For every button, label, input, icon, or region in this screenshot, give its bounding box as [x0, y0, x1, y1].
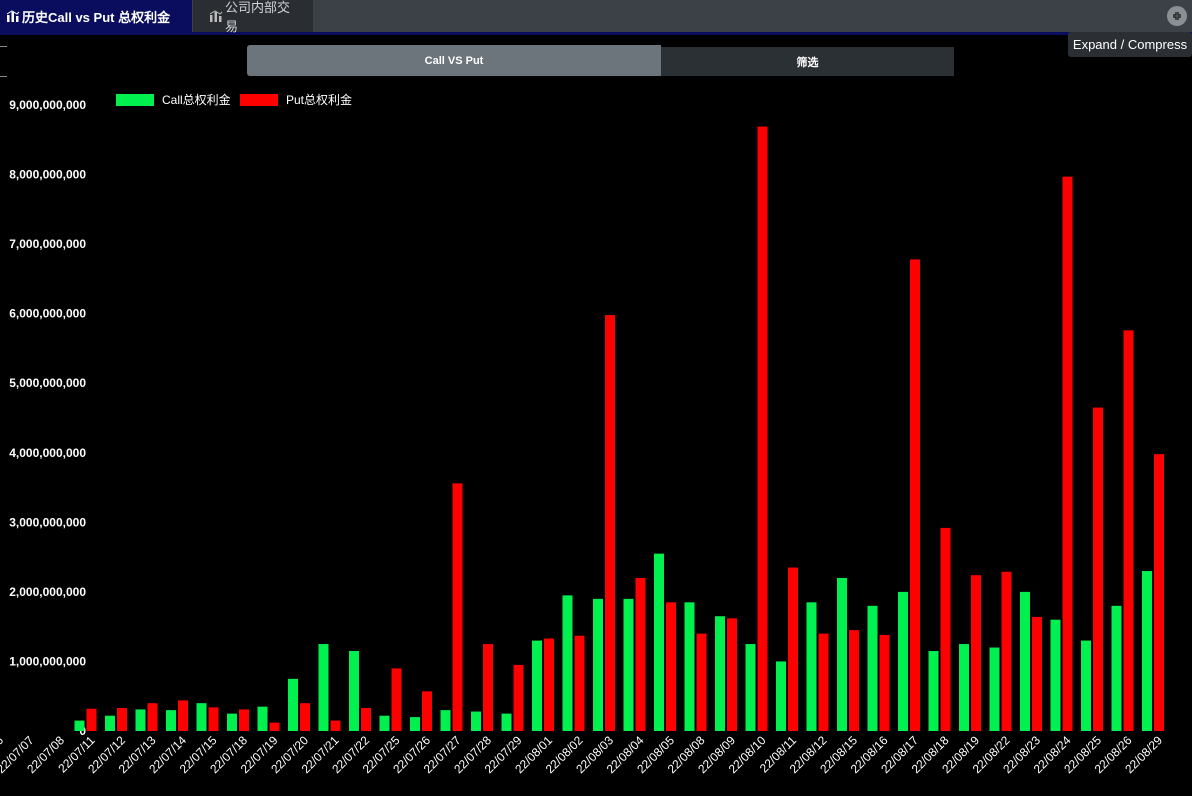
bar-put[interactable] [849, 630, 859, 731]
bar-put[interactable] [483, 644, 493, 731]
bar-put[interactable] [422, 691, 432, 731]
bar-put[interactable] [239, 709, 249, 731]
y-tick-label: 6,000,000,000 [9, 307, 86, 321]
y-tick-label: 5,000,000,000 [9, 376, 86, 390]
bar-put[interactable] [513, 664, 524, 731]
bar-put[interactable] [635, 577, 646, 731]
bar-call[interactable] [562, 595, 573, 731]
bar-put[interactable] [1123, 330, 1134, 731]
bar-call[interactable] [776, 661, 786, 731]
bar-call[interactable] [1020, 591, 1030, 731]
bar-put[interactable] [757, 126, 768, 731]
expand-compress-button[interactable] [1167, 6, 1187, 26]
bar-put[interactable] [574, 635, 585, 731]
bar-call[interactable] [288, 678, 298, 731]
bar-call[interactable] [1111, 605, 1122, 731]
bar-put[interactable] [1001, 571, 1012, 731]
collapse-icon [1173, 12, 1181, 20]
bar-call[interactable] [410, 717, 420, 731]
bar-put[interactable] [1093, 407, 1103, 731]
bar-call[interactable] [379, 715, 390, 731]
bar-call[interactable] [959, 644, 969, 731]
bar-call[interactable] [440, 710, 451, 731]
bar-call[interactable] [837, 577, 847, 731]
y-tick-label: 1,000,000,000 [9, 654, 86, 668]
bar-put[interactable] [269, 722, 280, 731]
expand-tooltip: Expand / Compress [1068, 32, 1192, 57]
bar-call[interactable] [74, 720, 85, 731]
bar-call[interactable] [501, 713, 512, 731]
bar-chart-icon [209, 10, 223, 22]
bar-put[interactable] [605, 315, 615, 731]
tab-bar-underline [0, 32, 1192, 35]
bar-put[interactable] [391, 668, 402, 731]
bar-put[interactable] [940, 527, 951, 731]
toggle-call-vs-put[interactable]: Call VS Put [247, 45, 661, 76]
bar-call[interactable] [623, 598, 634, 731]
bar-put[interactable] [86, 708, 97, 731]
bar-call[interactable] [471, 711, 481, 731]
bar-put[interactable] [818, 633, 829, 731]
y-tick-label: 2,000,000,000 [9, 585, 86, 599]
bar-call[interactable] [898, 591, 908, 731]
bar-call[interactable] [715, 616, 725, 731]
bar-put[interactable] [788, 567, 798, 731]
bar-put[interactable] [452, 483, 463, 731]
bar-call[interactable] [1050, 619, 1061, 731]
bar-put[interactable] [971, 575, 981, 731]
bar-put[interactable] [879, 635, 890, 731]
bar-chart-icon [6, 10, 20, 22]
y-tick-label: 9,000,000,000 [9, 98, 86, 112]
bar-call[interactable] [684, 602, 695, 731]
bar-call[interactable] [196, 703, 207, 731]
bar-put[interactable] [300, 703, 310, 731]
edge-mark [0, 46, 7, 47]
bar-call[interactable] [227, 713, 237, 731]
bar-call[interactable] [532, 640, 542, 731]
bar-call[interactable] [105, 715, 115, 731]
bar-call[interactable] [989, 647, 1000, 731]
y-tick-label: 3,000,000,000 [9, 515, 86, 529]
bar-call[interactable] [166, 710, 176, 731]
tab-call-vs-put[interactable]: 历史Call vs Put 总权利金 [0, 0, 192, 32]
bar-call[interactable] [593, 598, 603, 731]
bar-put[interactable] [1154, 454, 1164, 731]
y-tick-label: 8,000,000,000 [9, 168, 86, 182]
bar-call[interactable] [1081, 640, 1091, 731]
bar-put[interactable] [1062, 176, 1073, 731]
bar-call[interactable] [745, 644, 756, 731]
bar-put[interactable] [208, 707, 219, 731]
bar-call[interactable] [318, 644, 329, 731]
bar-put[interactable] [147, 703, 158, 731]
bar-chart: 01,000,000,0002,000,000,0003,000,000,000… [0, 98, 1165, 776]
bar-put[interactable] [1032, 616, 1042, 731]
tab-label: 历史Call vs Put 总权利金 [22, 9, 171, 25]
tab-insider-trading[interactable]: 公司内部交易 [193, 0, 313, 34]
bar-call[interactable] [928, 651, 939, 731]
bar-call[interactable] [806, 602, 817, 731]
bar-put[interactable] [544, 638, 554, 731]
y-tick-label: 4,000,000,000 [9, 446, 86, 460]
bar-put[interactable] [666, 602, 676, 731]
bar-call[interactable] [1142, 571, 1152, 731]
bar-put[interactable] [696, 633, 707, 731]
bar-call[interactable] [257, 706, 268, 731]
tab-label: 公司内部交易 [225, 0, 291, 34]
bar-put[interactable] [361, 708, 371, 731]
bar-put[interactable] [330, 720, 341, 731]
bar-put[interactable] [178, 700, 188, 731]
bar-call[interactable] [135, 709, 146, 731]
bar-put[interactable] [910, 259, 920, 731]
edge-mark [0, 76, 7, 77]
y-tick-label: 7,000,000,000 [9, 237, 86, 251]
bar-call[interactable] [654, 553, 664, 731]
bar-call[interactable] [867, 605, 878, 731]
bar-call[interactable] [349, 651, 359, 731]
bar-put[interactable] [117, 708, 127, 731]
bar-put[interactable] [727, 618, 737, 731]
toggle-filter[interactable]: 筛选 [661, 47, 954, 76]
